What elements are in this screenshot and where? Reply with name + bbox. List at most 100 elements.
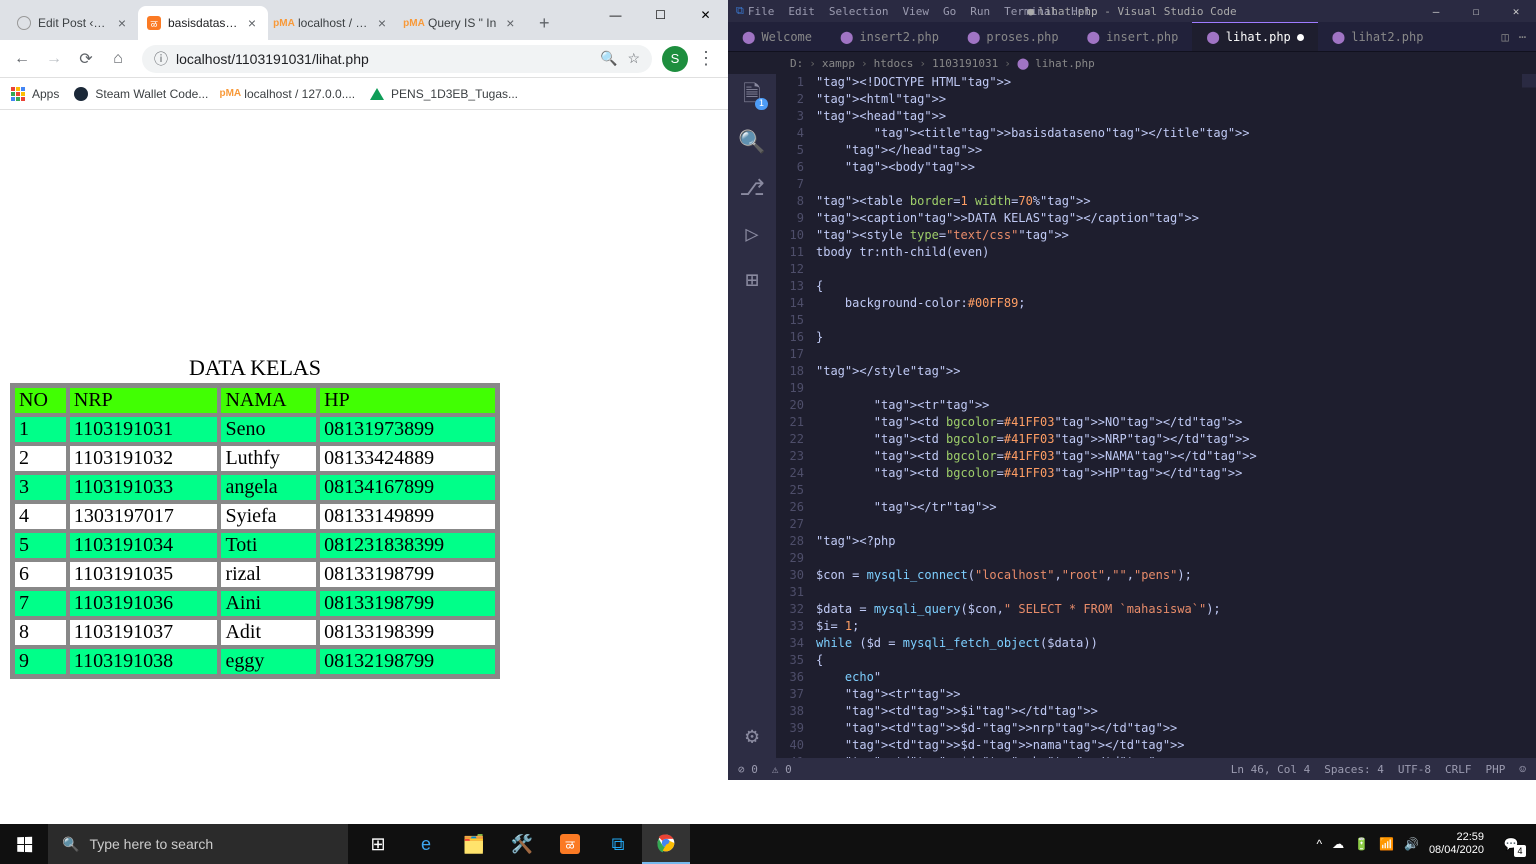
code-line[interactable]: "tag"><title"tag">>basisdataseno"tag"></…	[816, 125, 1536, 142]
reload-button[interactable]: ⟳	[72, 45, 100, 73]
task-view-button[interactable]: ⊞	[354, 824, 402, 864]
volume-icon[interactable]: 🔊	[1404, 837, 1419, 851]
breadcrumb-segment[interactable]: lihat.php	[1035, 57, 1095, 70]
editor-tab[interactable]: ⬤insert2.php	[826, 22, 953, 51]
close-window-button[interactable]: ✕	[683, 0, 728, 30]
code-line[interactable]: }	[816, 329, 1536, 346]
code-line[interactable]: background-color:#00FF89;	[816, 295, 1536, 312]
code-line[interactable]: $con = mysqli_connect("localhost","root"…	[816, 567, 1536, 584]
breadcrumb-segment[interactable]: 1103191031	[932, 57, 998, 70]
code-line[interactable]: "tag"></tr"tag">>	[816, 499, 1536, 516]
code-line[interactable]: {	[816, 652, 1536, 669]
code-line[interactable]: "tag"><td bgcolor=#41FF03"tag">>HP"tag">…	[816, 465, 1536, 482]
taskbar-search[interactable]: 🔍 Type here to search	[48, 824, 348, 864]
chrome-tab-1[interactable]: ळ basisdatasen ×	[138, 6, 268, 40]
chrome-menu-button[interactable]: ⋮	[692, 48, 720, 69]
close-icon[interactable]: ×	[374, 15, 390, 31]
code-line[interactable]: "tag"><td bgcolor=#41FF03"tag">>NO"tag">…	[816, 414, 1536, 431]
vscode-icon[interactable]: ⧉	[594, 824, 642, 864]
code-line[interactable]: "tag"><style type="text/css""tag">>	[816, 227, 1536, 244]
code-line[interactable]: "tag"><td"tag">>$d-"tag">>nama"tag"></td…	[816, 737, 1536, 754]
bookmark-localhost[interactable]: pMA localhost / 127.0.0....	[222, 86, 355, 102]
code-line[interactable]: "tag"><head"tag">>	[816, 108, 1536, 125]
run-debug-icon[interactable]: ▷	[740, 222, 764, 246]
close-icon[interactable]: ×	[244, 15, 260, 31]
breadcrumb-segment[interactable]: D:	[790, 57, 803, 70]
maximize-button[interactable]: ☐	[638, 0, 683, 30]
bookmark-pens[interactable]: PENS_1D3EB_Tugas...	[369, 86, 518, 102]
home-button[interactable]: ⌂	[104, 45, 132, 73]
app-icon[interactable]: 🛠️	[498, 824, 546, 864]
code-line[interactable]	[816, 312, 1536, 329]
bookmark-apps[interactable]: Apps	[10, 86, 59, 102]
code-line[interactable]: echo"	[816, 669, 1536, 686]
editor-tab[interactable]: ⬤proses.php	[953, 22, 1073, 51]
status-language[interactable]: PHP	[1486, 763, 1506, 776]
code-line[interactable]: "tag"><caption"tag">>DATA KELAS"tag"></c…	[816, 210, 1536, 227]
code-line[interactable]: "tag"><td"tag">>$d-"tag">>hp"tag"></td"t…	[816, 754, 1536, 758]
breadcrumb-segment[interactable]: xampp	[822, 57, 855, 70]
address-bar[interactable]: ⓘ localhost/1103191031/lihat.php 🔍 ☆	[142, 45, 652, 73]
status-eol[interactable]: CRLF	[1445, 763, 1472, 776]
close-icon[interactable]: ×	[502, 15, 518, 31]
editor-tab[interactable]: ⬤Welcome	[728, 22, 826, 51]
back-button[interactable]: ←	[8, 45, 36, 73]
file-explorer-icon[interactable]: 🗂️	[450, 824, 498, 864]
code-line[interactable]: $data = mysqli_query($con," SELECT * FRO…	[816, 601, 1536, 618]
menu-item[interactable]: Run	[970, 5, 990, 18]
code-line[interactable]: $i= 1;	[816, 618, 1536, 635]
profile-avatar[interactable]: S	[662, 46, 688, 72]
status-cursor-pos[interactable]: Ln 46, Col 4	[1231, 763, 1310, 776]
action-center-button[interactable]: 💬4	[1494, 829, 1528, 859]
chrome-icon[interactable]	[642, 824, 690, 864]
code-line[interactable]: "tag"><html"tag">>	[816, 91, 1536, 108]
split-editor-icon[interactable]: ◫	[1502, 30, 1509, 44]
editor-tab[interactable]: ⬤lihat2.php	[1318, 22, 1438, 51]
status-warnings[interactable]: ⚠ 0	[772, 763, 792, 776]
status-feedback-icon[interactable]: ☺	[1519, 763, 1526, 776]
code-line[interactable]: "tag"><td bgcolor=#41FF03"tag">>NRP"tag"…	[816, 431, 1536, 448]
new-tab-button[interactable]: +	[530, 9, 558, 37]
menu-item[interactable]: Go	[943, 5, 956, 18]
more-actions-icon[interactable]: ⋯	[1519, 30, 1526, 44]
search-icon[interactable]: 🔍	[740, 130, 764, 154]
minimize-button[interactable]: —	[593, 0, 638, 30]
code-line[interactable]: "tag"><!DOCTYPE HTML"tag">>	[816, 74, 1536, 91]
chrome-tab-0[interactable]: Edit Post ‹ Re ×	[8, 6, 138, 40]
breadcrumb-segment[interactable]: htdocs	[874, 57, 914, 70]
start-button[interactable]	[0, 824, 48, 864]
settings-gear-icon[interactable]: ⚙	[740, 724, 764, 748]
code-line[interactable]: "tag"><tr"tag">>	[816, 686, 1536, 703]
xampp-icon[interactable]: ळ	[546, 824, 594, 864]
code-line[interactable]: tbody tr:nth-child(even)	[816, 244, 1536, 261]
source-control-icon[interactable]: ⎇	[740, 176, 764, 200]
close-window-button[interactable]: ✕	[1496, 0, 1536, 22]
status-indent[interactable]: Spaces: 4	[1324, 763, 1384, 776]
close-icon[interactable]: ×	[114, 15, 130, 31]
bookmark-star-icon[interactable]: ☆	[627, 50, 640, 67]
breadcrumb[interactable]: D:› xampp› htdocs› 1103191031› ⬤ lihat.p…	[728, 52, 1536, 74]
editor-tab[interactable]: ⬤lihat.php	[1192, 22, 1317, 51]
editor-tab[interactable]: ⬤insert.php	[1073, 22, 1193, 51]
code-line[interactable]	[816, 516, 1536, 533]
onedrive-icon[interactable]: ☁	[1332, 837, 1344, 851]
minimap[interactable]	[1522, 74, 1536, 758]
tray-chevron-icon[interactable]: ^	[1316, 837, 1322, 851]
site-info-icon[interactable]: ⓘ	[154, 49, 168, 69]
code-line[interactable]	[816, 380, 1536, 397]
code-line[interactable]	[816, 346, 1536, 363]
code-line[interactable]: "tag"></style"tag">>	[816, 363, 1536, 380]
code-line[interactable]: "tag"><td bgcolor=#41FF03"tag">>NAMA"tag…	[816, 448, 1536, 465]
menu-item[interactable]: View	[902, 5, 929, 18]
code-line[interactable]: while ($d = mysqli_fetch_object($data))	[816, 635, 1536, 652]
code-line[interactable]: {	[816, 278, 1536, 295]
chrome-tab-3[interactable]: pMA Query IS " In ×	[398, 6, 526, 40]
code-line[interactable]: "tag"><td"tag">>$d-"tag">>nrp"tag"></td"…	[816, 720, 1536, 737]
minimize-button[interactable]: —	[1416, 0, 1456, 22]
explorer-icon[interactable]: 🗎1	[740, 84, 764, 108]
chrome-tab-2[interactable]: pMA localhost / 12 ×	[268, 6, 398, 40]
bookmark-steam[interactable]: Steam Wallet Code...	[73, 86, 208, 102]
edge-icon[interactable]: e	[402, 824, 450, 864]
code-line[interactable]: "tag"></head"tag">>	[816, 142, 1536, 159]
code-line[interactable]	[816, 584, 1536, 601]
